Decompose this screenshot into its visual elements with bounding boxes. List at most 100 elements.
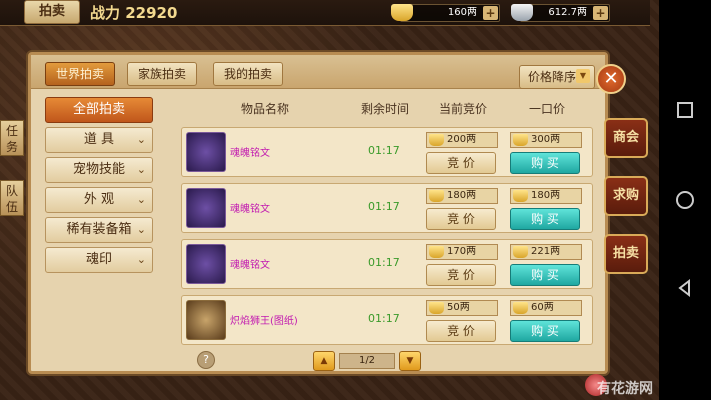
tab-my-auction[interactable]: 我的拍卖 (213, 62, 283, 86)
help-icon[interactable]: ? (197, 351, 215, 369)
gold-ingot-icon (429, 190, 444, 202)
recent-apps-icon[interactable] (675, 100, 695, 120)
item-name: 魂魄铭文 (230, 204, 270, 215)
pagination: ▲ 1/2 ▼ (313, 351, 423, 373)
lion-head-icon[interactable] (186, 300, 226, 340)
category-appearance[interactable]: 外 观 ⌄ (45, 187, 153, 213)
chevron-down-icon: ⌄ (136, 133, 146, 146)
category-soul-seal[interactable]: 魂印 ⌄ (45, 247, 153, 273)
category-label: 全部拍卖 (72, 102, 125, 117)
item-time-left: 01:17 (368, 144, 400, 157)
buy-button[interactable]: 购 买 (510, 208, 580, 230)
current-bid-price: 50两 (426, 300, 498, 316)
current-bid-price: 180两 (426, 188, 498, 204)
silver-currency: 612.7两 + (511, 4, 610, 22)
purple-rune-icon[interactable] (186, 188, 226, 228)
table-row[interactable]: 魂魄铭文 01:17 170两 221两 竞 价 购 买 (181, 239, 593, 289)
buy-button[interactable]: 购 买 (510, 152, 580, 174)
item-time-left: 01:17 (368, 256, 400, 269)
combat-power: 战力 22920 (90, 2, 177, 23)
chevron-down-icon: ⌄ (136, 163, 146, 176)
gold-ingot-icon (429, 134, 444, 146)
next-page-button[interactable]: ▼ (399, 351, 421, 371)
team-side-tab[interactable]: 队伍 (0, 180, 24, 216)
gold-ingot-icon (429, 246, 444, 258)
menu-auction[interactable]: 拍卖 (604, 234, 648, 274)
auction-panel: 世界拍卖 家族拍卖 我的拍卖 价格降序 ▼ 全部拍卖 道 具 ⌄ 宠物技能 ⌄ 外 … (28, 52, 608, 374)
chevron-down-icon: ⌄ (136, 223, 146, 236)
item-time-left: 01:17 (368, 200, 400, 213)
site-watermark: 有花游网 (597, 381, 653, 397)
item-time-left: 01:17 (368, 312, 400, 325)
header-current-bid: 当前竞价 (439, 102, 488, 116)
category-label: 稀有装备箱 (66, 222, 132, 237)
item-name: 魂魄铭文 (230, 148, 270, 159)
panel-header: 世界拍卖 家族拍卖 我的拍卖 价格降序 ▼ (31, 55, 605, 89)
buyout-price: 60两 (510, 300, 582, 316)
menu-purchase-request[interactable]: 求购 (604, 176, 648, 216)
bid-price-value: 200两 (447, 134, 477, 145)
buyout-price-value: 300两 (531, 134, 561, 145)
android-nav-bar (659, 0, 711, 400)
tab-world-auction[interactable]: 世界拍卖 (45, 62, 115, 86)
prev-page-button[interactable]: ▲ (313, 351, 335, 371)
gold-ingot-icon (513, 246, 528, 258)
purple-rune-icon[interactable] (186, 244, 226, 284)
buy-button[interactable]: 购 买 (510, 320, 580, 342)
category-label: 魂印 (85, 252, 112, 267)
back-icon[interactable] (675, 278, 695, 298)
close-button[interactable]: ✕ (596, 64, 626, 94)
category-label: 宠物技能 (72, 162, 125, 177)
table-header: 物品名称 剩余时间 当前竞价 一口价 (183, 97, 593, 119)
silver-amount: 612.7两 (548, 7, 587, 18)
combat-power-label: 战力 (90, 4, 121, 22)
category-items[interactable]: 道 具 ⌄ (45, 127, 153, 153)
category-sidebar: 全部拍卖 道 具 ⌄ 宠物技能 ⌄ 外 观 ⌄ 稀有装备箱 ⌄ 魂印 ⌄ (45, 97, 153, 277)
sort-price-desc-button[interactable]: 价格降序 ▼ (519, 65, 595, 89)
gold-ingot-icon (513, 190, 528, 202)
header-buyout: 一口价 (529, 102, 566, 116)
sort-label: 价格降序 (528, 70, 577, 84)
category-label: 道 具 (83, 132, 115, 147)
add-gold-button[interactable]: + (483, 6, 498, 20)
bid-button[interactable]: 竞 价 (426, 320, 496, 342)
item-name: 炽焰狮王(图纸) (230, 316, 298, 327)
buy-button[interactable]: 购 买 (510, 264, 580, 286)
gold-amount: 160两 (447, 7, 477, 18)
category-rare-equipment-box[interactable]: 稀有装备箱 ⌄ (45, 217, 153, 243)
current-bid-price: 170两 (426, 244, 498, 260)
home-icon[interactable] (675, 190, 695, 210)
current-bid-price: 200两 (426, 132, 498, 148)
gold-ingot-icon (513, 134, 528, 146)
header-time-left: 剩余时间 (361, 102, 410, 116)
task-side-tab[interactable]: 任务 (0, 120, 24, 156)
bid-price-value: 50两 (447, 302, 470, 313)
auction-title-tab: 拍卖 (24, 0, 80, 24)
table-row[interactable]: 炽焰狮王(图纸) 01:17 50两 60两 竞 价 购 买 (181, 295, 593, 345)
header-item-name: 物品名称 (241, 102, 290, 116)
purple-rune-icon[interactable] (186, 132, 226, 172)
bid-button[interactable]: 竞 价 (426, 264, 496, 286)
buyout-price: 180两 (510, 188, 582, 204)
item-name: 魂魄铭文 (230, 260, 270, 271)
bid-button[interactable]: 竞 价 (426, 152, 496, 174)
category-all[interactable]: 全部拍卖 (45, 97, 153, 123)
buyout-price-value: 221两 (531, 246, 561, 257)
buyout-price-value: 180两 (531, 190, 561, 201)
sort-arrow-icon: ▼ (576, 69, 590, 83)
menu-chamber-of-commerce[interactable]: 商会 (604, 118, 648, 158)
chevron-down-icon: ⌄ (136, 253, 146, 266)
top-status-bar: 拍卖 战力 22920 160两 + 612.7两 + (0, 0, 650, 26)
bid-button[interactable]: 竞 价 (426, 208, 496, 230)
tab-family-auction[interactable]: 家族拍卖 (127, 62, 197, 86)
silver-ingot-icon (511, 4, 533, 21)
category-pet-skills[interactable]: 宠物技能 ⌄ (45, 157, 153, 183)
table-row[interactable]: 魂魄铭文 01:17 200两 300两 竞 价 购 买 (181, 127, 593, 177)
gold-currency: 160两 + (391, 4, 500, 22)
add-silver-button[interactable]: + (593, 6, 608, 20)
gold-ingot-icon (429, 302, 444, 314)
table-row[interactable]: 魂魄铭文 01:17 180两 180两 竞 价 购 买 (181, 183, 593, 233)
combat-power-value: 22920 (125, 4, 178, 22)
buyout-price: 300两 (510, 132, 582, 148)
buyout-price-value: 60两 (531, 302, 554, 313)
